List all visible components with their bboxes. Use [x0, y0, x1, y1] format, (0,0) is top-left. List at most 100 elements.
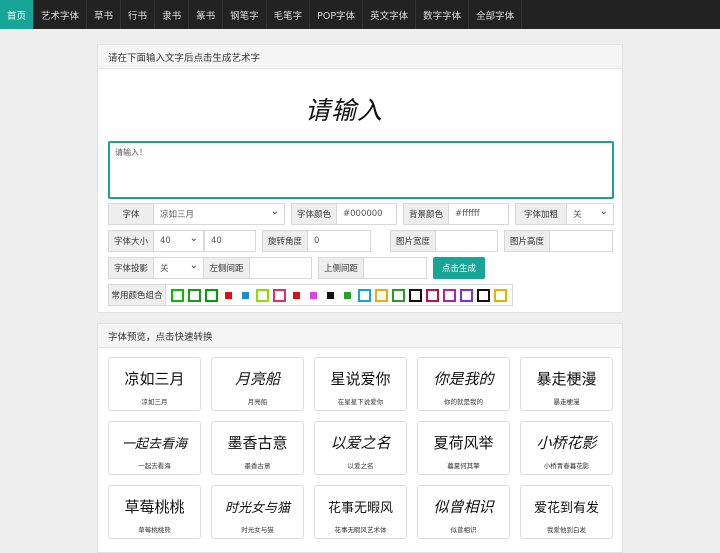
text-input[interactable]: 请输入！ [108, 141, 614, 199]
img-width-label: 图片宽度 [390, 230, 436, 252]
nav-item[interactable]: 钢笔字 [223, 0, 267, 29]
font-color-input[interactable]: #000000 [337, 203, 397, 225]
font-name: 草莓桃桃熊 [138, 526, 171, 534]
nav-item[interactable]: 毛笔字 [267, 0, 311, 29]
art-preview-svg: 请输入 [305, 96, 382, 125]
color-swatch[interactable] [460, 288, 473, 302]
color-swatch[interactable] [443, 288, 456, 302]
nav-item[interactable]: 草书 [87, 0, 122, 29]
font-sample: 似曾相识 [433, 499, 494, 516]
color-swatch[interactable] [225, 291, 232, 299]
nav-item[interactable]: 首页 [0, 0, 35, 29]
img-width-input[interactable] [436, 230, 498, 252]
font-card[interactable]: 墨香古意 墨香古意 [211, 421, 304, 475]
nav-item[interactable]: 篆书 [189, 0, 224, 29]
font-sample: 花事无暇风 [327, 500, 393, 516]
font-name: 一起去看海 [138, 462, 171, 470]
font-name: 我爱他到白发 [547, 526, 586, 534]
bg-color-input[interactable]: #ffffff [449, 203, 509, 225]
font-card[interactable]: 星说爱你 在星星下说爱你 [314, 357, 407, 411]
color-swatch[interactable] [242, 291, 249, 299]
color-swatch[interactable] [426, 288, 439, 302]
rotate-label: 旋转角度 [262, 230, 308, 252]
nav-item[interactable]: 全部字体 [469, 0, 523, 29]
font-select[interactable]: 凉如三月 [154, 203, 285, 225]
font-card[interactable]: 爱花到有发我爱他到白发 [520, 485, 613, 539]
nav-item[interactable]: 数字字体 [416, 0, 470, 29]
color-swatch[interactable] [409, 288, 422, 302]
font-card[interactable]: 草莓桃桃 草莓桃桃熊 [108, 485, 201, 539]
font-gallery-panel: 字体预览，点击快速转换 凉如三月 凉如三月 月亮船 月亮船 星说爱你 在星星下说爱你 你是我… [97, 323, 623, 553]
font-sample: 爱花到有发 [533, 500, 599, 516]
font-sample: 月亮船 [234, 371, 280, 388]
color-swatch[interactable] [477, 288, 490, 302]
art-preview-image: 请输入 [98, 93, 622, 127]
color-swatch[interactable] [256, 288, 269, 302]
font-card[interactable]: 小桥花影小桥青春暮花影 [520, 421, 613, 475]
nav-item[interactable]: POP字体 [310, 0, 364, 29]
font-card[interactable]: 凉如三月 凉如三月 [108, 357, 201, 411]
nav-item[interactable]: 英文字体 [363, 0, 417, 29]
font-name: 墨香古意 [244, 462, 271, 470]
rotate-input[interactable]: 0 [308, 230, 371, 252]
color-swatch[interactable] [392, 288, 405, 302]
form-row-shadow: 字体投影 关 左侧间距 上侧间距 点击生成 [108, 257, 485, 279]
nav-item[interactable]: 行书 [121, 0, 156, 29]
font-name: 时光女与猫 [241, 526, 274, 534]
color-swatch[interactable] [358, 288, 371, 302]
form-row-colors: 常用颜色组合 [108, 284, 513, 306]
color-swatch[interactable] [494, 288, 507, 302]
font-label: 字体 [108, 203, 154, 225]
generate-button[interactable]: 点击生成 [433, 257, 485, 279]
font-gallery-grid: 凉如三月 凉如三月 月亮船 月亮船 星说爱你 在星星下说爱你 你是我的 你的就是我的 暴走梗漫暴… [108, 357, 613, 539]
gallery-heading: 字体预览，点击快速转换 [98, 324, 622, 348]
font-name: 暴走梗漫 [553, 398, 580, 406]
font-sample: 你是我的 [433, 369, 494, 388]
top-spacing-input[interactable] [364, 257, 427, 279]
font-name: 暮夏何其擎 [447, 462, 480, 470]
color-swatch[interactable] [293, 291, 300, 299]
font-sample: 暴走梗漫 [536, 371, 597, 388]
font-name: 月亮船 [247, 398, 268, 406]
generator-panel: 请在下面输入文字后点击生成艺术字 请输入 请输入！ 字体 凉如三月 字体颜色 #… [97, 44, 623, 313]
shadow-select[interactable]: 关 [154, 257, 204, 279]
font-name: 以爱之名 [347, 462, 374, 470]
font-sample: 小桥花影 [536, 433, 597, 452]
shadow-label: 字体投影 [108, 257, 154, 279]
font-sample: 以爱之名 [330, 435, 391, 452]
font-name: 你的就是我的 [444, 398, 483, 406]
font-card[interactable]: 以爱之名 以爱之名 [314, 421, 407, 475]
bold-select[interactable]: 关 [567, 203, 614, 225]
font-sample: 凉如三月 [124, 369, 185, 388]
font-card[interactable]: 似曾相识 似曾相识 [417, 485, 510, 539]
font-sample: 墨香古意 [227, 433, 288, 452]
nav-item[interactable]: 隶书 [155, 0, 190, 29]
color-swatch[interactable] [327, 291, 334, 299]
font-card[interactable]: 一起去看海 一起去看海 [108, 421, 201, 475]
font-card[interactable]: 你是我的你的就是我的 [417, 357, 510, 411]
font-card[interactable]: 夏荷风举 暮夏何其擎 [417, 421, 510, 475]
color-swatch[interactable] [375, 288, 388, 302]
font-color-label: 字体颜色 [291, 203, 337, 225]
color-swatch[interactable] [344, 291, 351, 299]
img-height-input[interactable] [550, 230, 613, 252]
font-card[interactable]: 暴走梗漫 暴走梗漫 [520, 357, 613, 411]
color-swatch[interactable] [205, 288, 218, 302]
font-card[interactable]: 花事无暇风 花事无暇风艺术体 [314, 485, 407, 539]
left-spacing-input[interactable] [250, 257, 312, 279]
size-select[interactable]: 40 [154, 230, 204, 252]
font-name: 小桥青春暮花影 [543, 462, 590, 470]
color-swatch[interactable] [273, 288, 286, 302]
generator-heading: 请在下面输入文字后点击生成艺术字 [98, 45, 622, 69]
img-height-label: 图片高度 [504, 230, 550, 252]
size-input[interactable]: 40 [204, 230, 256, 252]
color-swatch[interactable] [188, 288, 201, 302]
font-card[interactable]: 时光女与猫 时光女与猫 [211, 485, 304, 539]
nav-item[interactable]: 艺术字体 [34, 0, 88, 29]
font-card[interactable]: 月亮船 月亮船 [211, 357, 304, 411]
color-swatch[interactable] [310, 291, 317, 299]
color-swatch[interactable] [171, 288, 184, 302]
top-spacing-label: 上侧间距 [318, 257, 364, 279]
bold-label: 字体加粗 [515, 203, 567, 225]
font-sample: 夏荷风举 [433, 433, 494, 452]
